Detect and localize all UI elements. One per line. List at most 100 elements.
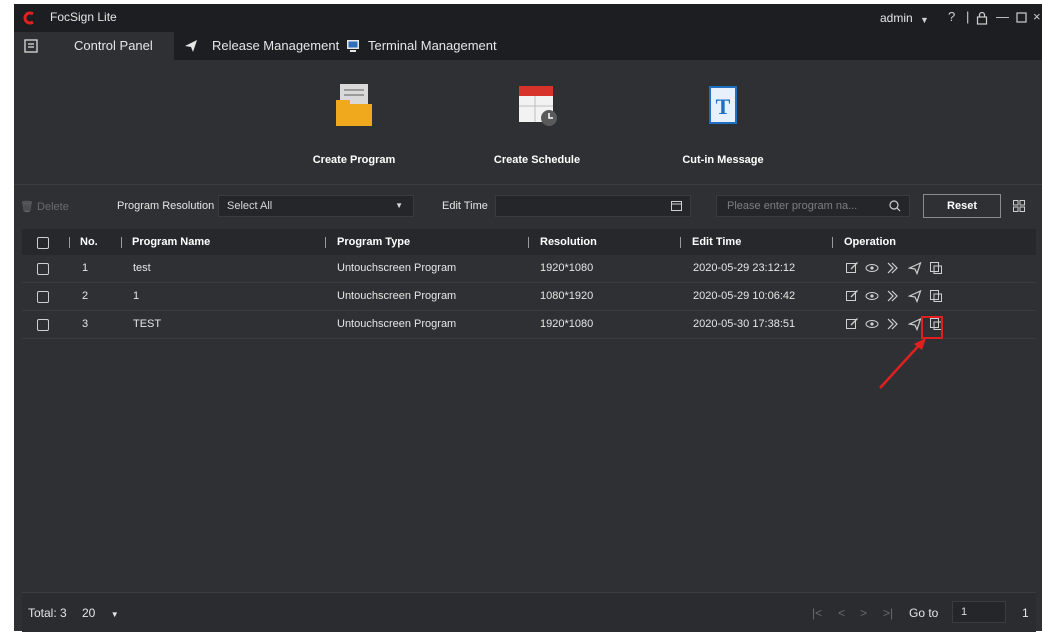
- quick-action-label: Create Program: [312, 154, 396, 166]
- reset-button[interactable]: Reset: [923, 194, 1001, 218]
- calendar-icon[interactable]: [671, 200, 682, 211]
- cell-resolution: 1920*1080: [540, 262, 594, 274]
- quick-actions: Create Program Create Schedule T Cut-in …: [14, 60, 1042, 182]
- cell-program-type: Untouchscreen Program: [337, 290, 457, 302]
- row-checkbox[interactable]: [37, 291, 49, 303]
- cell-resolution: 1920*1080: [540, 318, 594, 330]
- resolution-select[interactable]: Select All ▼: [218, 195, 414, 217]
- table-row[interactable]: 1 test Untouchscreen Program 1920*1080 2…: [22, 255, 1036, 283]
- publish-icon[interactable]: [886, 289, 900, 303]
- publish-icon[interactable]: [886, 261, 900, 275]
- search-input[interactable]: Please enter program na...: [716, 195, 910, 217]
- tab-terminal-management[interactable]: Terminal Management: [346, 32, 516, 60]
- cell-program-name: test: [133, 262, 151, 274]
- first-page-icon[interactable]: |<: [812, 606, 822, 620]
- edit-time-input[interactable]: [495, 195, 691, 217]
- create-program-button[interactable]: Create Program: [284, 70, 424, 174]
- cell-program-name: 1: [133, 290, 140, 302]
- maximize-icon[interactable]: [1016, 12, 1027, 23]
- publish-icon[interactable]: [886, 317, 900, 331]
- edit-time-label: Edit Time: [442, 200, 488, 212]
- cell-no: 2: [82, 290, 89, 302]
- column-divider: [832, 237, 833, 248]
- tab-label: Release Management: [212, 38, 340, 53]
- preview-icon[interactable]: [865, 261, 879, 275]
- search-icon[interactable]: [889, 200, 901, 212]
- column-divider: [325, 237, 326, 248]
- send-icon[interactable]: [908, 261, 922, 275]
- delete-button[interactable]: 🗑 Delete: [20, 200, 69, 213]
- goto-page-input[interactable]: 1: [952, 601, 1006, 623]
- tab-label: Control Panel: [74, 38, 153, 53]
- last-page-icon[interactable]: >|: [883, 606, 893, 620]
- edit-icon[interactable]: [845, 261, 859, 275]
- cell-program-name: TEST: [133, 318, 162, 330]
- cell-resolution: 1080*1920: [540, 290, 594, 302]
- column-header-program-name[interactable]: Program Name: [132, 229, 210, 255]
- prev-page-icon[interactable]: <: [838, 606, 845, 620]
- next-page-icon[interactable]: >: [860, 606, 867, 620]
- monitor-icon: [347, 40, 359, 52]
- table-header: No. Program Name Program Type Resolution…: [22, 229, 1036, 255]
- tab-release-management[interactable]: Release Management: [182, 32, 342, 60]
- folder-document-icon: [336, 84, 372, 126]
- edit-icon[interactable]: [845, 289, 859, 303]
- app-title: FocSign Lite: [50, 10, 117, 24]
- divider: |: [966, 9, 970, 24]
- lock-icon[interactable]: [976, 11, 988, 25]
- column-header-no[interactable]: No.: [80, 229, 98, 255]
- cell-no: 3: [82, 318, 89, 330]
- row-checkbox[interactable]: [37, 319, 49, 331]
- trash-icon: 🗑: [20, 201, 34, 213]
- quick-action-label: Cut-in Message: [682, 154, 764, 166]
- cell-edit-time: 2020-05-29 23:12:12: [693, 262, 796, 274]
- close-icon[interactable]: ×: [1033, 9, 1041, 25]
- send-icon: [185, 40, 197, 52]
- column-divider: [528, 237, 529, 248]
- calendar-clock-icon: [519, 86, 557, 126]
- user-menu[interactable]: admin: [880, 11, 913, 25]
- resolution-label: Program Resolution: [117, 200, 215, 212]
- search-placeholder: Please enter program na...: [727, 200, 858, 212]
- total-count: Total: 3: [28, 606, 67, 620]
- select-all-checkbox[interactable]: [37, 237, 49, 249]
- goto-page-value: 1: [961, 606, 968, 618]
- edit-icon[interactable]: [845, 317, 859, 331]
- tab-label: Terminal Management: [368, 38, 497, 53]
- column-header-program-type[interactable]: Program Type: [337, 229, 410, 255]
- column-header-resolution[interactable]: Resolution: [540, 229, 597, 255]
- minimize-icon[interactable]: —: [996, 9, 1009, 25]
- main-tabs: Control Panel Release Management Termina…: [14, 32, 1042, 60]
- text-document-icon: T: [709, 86, 737, 124]
- cell-edit-time: 2020-05-29 10:06:42: [693, 290, 796, 302]
- cell-program-type: Untouchscreen Program: [337, 318, 457, 330]
- chevron-down-icon: ▼: [110, 610, 119, 619]
- copy-icon[interactable]: [929, 261, 943, 275]
- grid-view-icon[interactable]: [1013, 200, 1025, 212]
- page-size-value: 20: [82, 606, 96, 620]
- send-icon[interactable]: [908, 289, 922, 303]
- resolution-value: Select All: [227, 200, 273, 212]
- send-icon[interactable]: [908, 317, 922, 331]
- copy-icon[interactable]: [929, 289, 943, 303]
- preview-icon[interactable]: [865, 317, 879, 331]
- svg-text:T: T: [716, 94, 731, 119]
- column-divider: [69, 237, 70, 248]
- column-header-edit-time[interactable]: Edit Time: [692, 229, 741, 255]
- tab-control-panel[interactable]: Control Panel: [14, 32, 174, 60]
- column-header-operation: Operation: [844, 236, 896, 248]
- delete-label: Delete: [37, 201, 69, 213]
- goto-label: Go to: [909, 606, 939, 620]
- pagination-bar: Total: 3 20 ▼ |< < > >| Go to 1 1: [22, 592, 1036, 632]
- user-dropdown-icon[interactable]: ▼: [920, 12, 929, 28]
- row-checkbox[interactable]: [37, 263, 49, 275]
- total-pages: 1: [1022, 606, 1029, 620]
- cut-in-message-button[interactable]: T Cut-in Message: [653, 70, 793, 174]
- preview-icon[interactable]: [865, 289, 879, 303]
- help-icon[interactable]: ?: [948, 9, 955, 25]
- page-size-select[interactable]: 20 ▼: [82, 606, 119, 620]
- annotation-arrow: [879, 338, 926, 389]
- create-schedule-button[interactable]: Create Schedule: [467, 70, 607, 174]
- cell-program-type: Untouchscreen Program: [337, 262, 457, 274]
- table-row[interactable]: 2 1 Untouchscreen Program 1080*1920 2020…: [22, 283, 1036, 311]
